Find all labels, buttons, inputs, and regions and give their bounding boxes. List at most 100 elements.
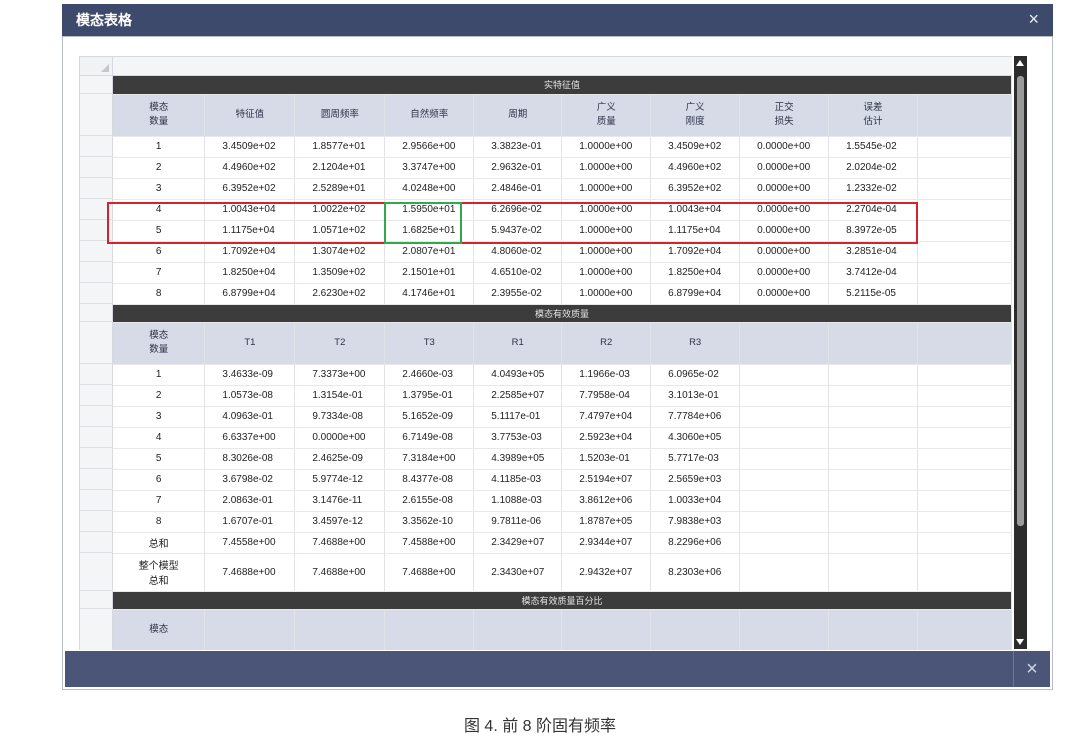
table-cell[interactable]: 0.0000e+00 bbox=[739, 199, 830, 221]
table-cell[interactable]: 6.0965e-02 bbox=[650, 364, 741, 386]
table-cell[interactable]: 2.4846e-01 bbox=[473, 178, 563, 200]
mode-number-cell[interactable]: 8 bbox=[113, 283, 206, 305]
table-cell[interactable] bbox=[917, 364, 1012, 386]
table-cell[interactable]: 2.0863e-01 bbox=[204, 490, 296, 512]
table-cell[interactable]: 2.5659e+03 bbox=[650, 469, 741, 491]
table-cell[interactable]: 7.9838e+03 bbox=[650, 511, 741, 533]
table-cell[interactable]: 1.8577e+01 bbox=[294, 136, 386, 158]
table-cell[interactable]: 6.3952e+02 bbox=[204, 178, 296, 200]
table-cell[interactable]: 1.3795e-01 bbox=[384, 385, 475, 407]
table-cell[interactable]: 特征值 bbox=[204, 94, 296, 137]
table-cell[interactable]: 1.6825e+01 bbox=[384, 220, 475, 242]
table-cell[interactable] bbox=[917, 178, 1012, 200]
table-cell[interactable]: 3.4633e-09 bbox=[204, 364, 296, 386]
table-cell[interactable] bbox=[739, 490, 830, 512]
table-cell[interactable] bbox=[917, 322, 1012, 365]
table-cell[interactable]: 3.3747e+00 bbox=[384, 157, 475, 179]
column-header-row[interactable]: 模态 bbox=[113, 609, 1012, 650]
table-cell[interactable]: 2.5923e+04 bbox=[561, 427, 652, 449]
table-cell[interactable] bbox=[917, 553, 1012, 592]
table-cell[interactable]: 1.6707e-01 bbox=[204, 511, 296, 533]
mode-number-cell[interactable]: 1 bbox=[113, 136, 206, 158]
table-cell[interactable] bbox=[917, 262, 1012, 284]
table-row[interactable]: 整个模型 总和 7.4688e+00 7.4688e+00 7.4688e+00 2.34… bbox=[113, 553, 1012, 592]
table-cell[interactable] bbox=[739, 427, 830, 449]
table-cell[interactable]: 6.8799e+04 bbox=[650, 283, 741, 305]
table-cell[interactable] bbox=[917, 385, 1012, 407]
table-cell[interactable]: 8.3972e-05 bbox=[828, 220, 919, 242]
scroll-up-icon[interactable] bbox=[1016, 60, 1024, 66]
mode-number-cell[interactable]: 4 bbox=[113, 199, 206, 221]
table-cell[interactable] bbox=[828, 511, 919, 533]
table-cell[interactable] bbox=[828, 385, 919, 407]
table-cell[interactable] bbox=[828, 364, 919, 386]
table-cell[interactable] bbox=[204, 609, 296, 650]
footer-close-icon[interactable]: × bbox=[1013, 651, 1050, 687]
mode-number-cell[interactable]: 5 bbox=[113, 220, 206, 242]
table-cell[interactable]: 1.0022e+02 bbox=[294, 199, 386, 221]
table-cell[interactable]: 3.3823e-01 bbox=[473, 136, 563, 158]
select-all-corner[interactable] bbox=[80, 57, 113, 76]
table-row[interactable]: 5 1.1175e+04 1.0571e+02 1.6825e+01 5.9437e-0… bbox=[113, 220, 1012, 242]
table-cell[interactable]: 2.4660e-03 bbox=[384, 364, 475, 386]
table-cell[interactable]: T1 bbox=[204, 322, 296, 365]
table-cell[interactable] bbox=[739, 553, 830, 592]
table-cell[interactable]: 5.1117e-01 bbox=[473, 406, 563, 428]
table-cell[interactable]: 8.4377e-08 bbox=[384, 469, 475, 491]
mode-number-cell[interactable]: 2 bbox=[113, 385, 206, 407]
table-cell[interactable]: 圆周频率 bbox=[294, 94, 386, 137]
table-cell[interactable]: 2.6155e-08 bbox=[384, 490, 475, 512]
modal-results-grid[interactable]: 实特征值 模态 数量 特征值 圆周频率 自然频率 周期 广义 质量 广义 刚度 正交 损失 误差 估计 1 3.… bbox=[79, 56, 1012, 650]
table-cell[interactable]: 2.9632e-01 bbox=[473, 157, 563, 179]
table-cell[interactable]: R2 bbox=[561, 322, 652, 365]
table-cell[interactable] bbox=[739, 406, 830, 428]
table-cell[interactable] bbox=[739, 385, 830, 407]
table-cell[interactable]: 2.9432e+07 bbox=[561, 553, 652, 592]
table-cell[interactable] bbox=[739, 609, 830, 650]
table-cell[interactable]: 4.0493e+05 bbox=[473, 364, 563, 386]
table-cell[interactable] bbox=[917, 241, 1012, 263]
table-cell[interactable] bbox=[828, 490, 919, 512]
table-cell[interactable]: 9.7811e-06 bbox=[473, 511, 563, 533]
table-cell[interactable]: 3.7412e-04 bbox=[828, 262, 919, 284]
table-cell[interactable]: 4.3060e+05 bbox=[650, 427, 741, 449]
table-cell[interactable]: 1.0000e+00 bbox=[561, 220, 652, 242]
table-cell[interactable]: 1.1175e+04 bbox=[204, 220, 296, 242]
table-cell[interactable] bbox=[917, 283, 1012, 305]
table-cell[interactable]: 0.0000e+00 bbox=[739, 241, 830, 263]
table-cell[interactable]: 1.0033e+04 bbox=[650, 490, 741, 512]
table-cell[interactable]: R3 bbox=[650, 322, 741, 365]
table-cell[interactable]: 误差 估计 bbox=[828, 94, 919, 137]
scroll-down-icon[interactable] bbox=[1016, 639, 1024, 645]
table-cell[interactable]: 1.0000e+00 bbox=[561, 241, 652, 263]
table-cell[interactable]: 7.4558e+00 bbox=[204, 532, 296, 554]
table-cell[interactable]: 1.3154e-01 bbox=[294, 385, 386, 407]
table-cell[interactable] bbox=[917, 94, 1012, 137]
table-cell[interactable] bbox=[917, 427, 1012, 449]
table-cell[interactable]: 7.7958e-04 bbox=[561, 385, 652, 407]
table-cell[interactable]: 1.8250e+04 bbox=[650, 262, 741, 284]
table-cell[interactable]: 0.0000e+00 bbox=[739, 262, 830, 284]
table-row[interactable]: 6 3.6798e-02 5.9774e-12 8.4377e-08 4.1185e-0… bbox=[113, 469, 1012, 491]
table-cell[interactable]: 广义 刚度 bbox=[650, 94, 741, 137]
table-cell[interactable]: 3.7753e-03 bbox=[473, 427, 563, 449]
table-cell[interactable]: 6.3952e+02 bbox=[650, 178, 741, 200]
table-cell[interactable]: 3.8612e+06 bbox=[561, 490, 652, 512]
table-cell[interactable]: 8.2296e+06 bbox=[650, 532, 741, 554]
mode-number-cell[interactable]: 3 bbox=[113, 406, 206, 428]
table-cell[interactable]: 1.0043e+04 bbox=[204, 199, 296, 221]
table-cell[interactable]: 1.0571e+02 bbox=[294, 220, 386, 242]
mode-number-cell[interactable]: 总和 bbox=[113, 532, 206, 554]
table-cell[interactable]: 0.0000e+00 bbox=[739, 157, 830, 179]
table-row[interactable]: 5 8.3026e-08 2.4625e-09 7.3184e+00 4.3989e+0… bbox=[113, 448, 1012, 470]
table-cell[interactable]: 正交 损失 bbox=[739, 94, 830, 137]
table-cell[interactable]: 1.2332e-02 bbox=[828, 178, 919, 200]
table-cell[interactable] bbox=[917, 220, 1012, 242]
table-cell[interactable]: 0.0000e+00 bbox=[739, 136, 830, 158]
mode-number-cell[interactable]: 模态 数量 bbox=[113, 322, 206, 365]
table-cell[interactable]: 0.0000e+00 bbox=[739, 178, 830, 200]
table-row[interactable]: 2 4.4960e+02 2.1204e+01 3.3747e+00 2.9632e-0… bbox=[113, 157, 1012, 179]
table-cell[interactable]: 1.3074e+02 bbox=[294, 241, 386, 263]
table-cell[interactable]: 2.3955e-02 bbox=[473, 283, 563, 305]
table-cell[interactable]: 7.4688e+00 bbox=[384, 553, 475, 592]
